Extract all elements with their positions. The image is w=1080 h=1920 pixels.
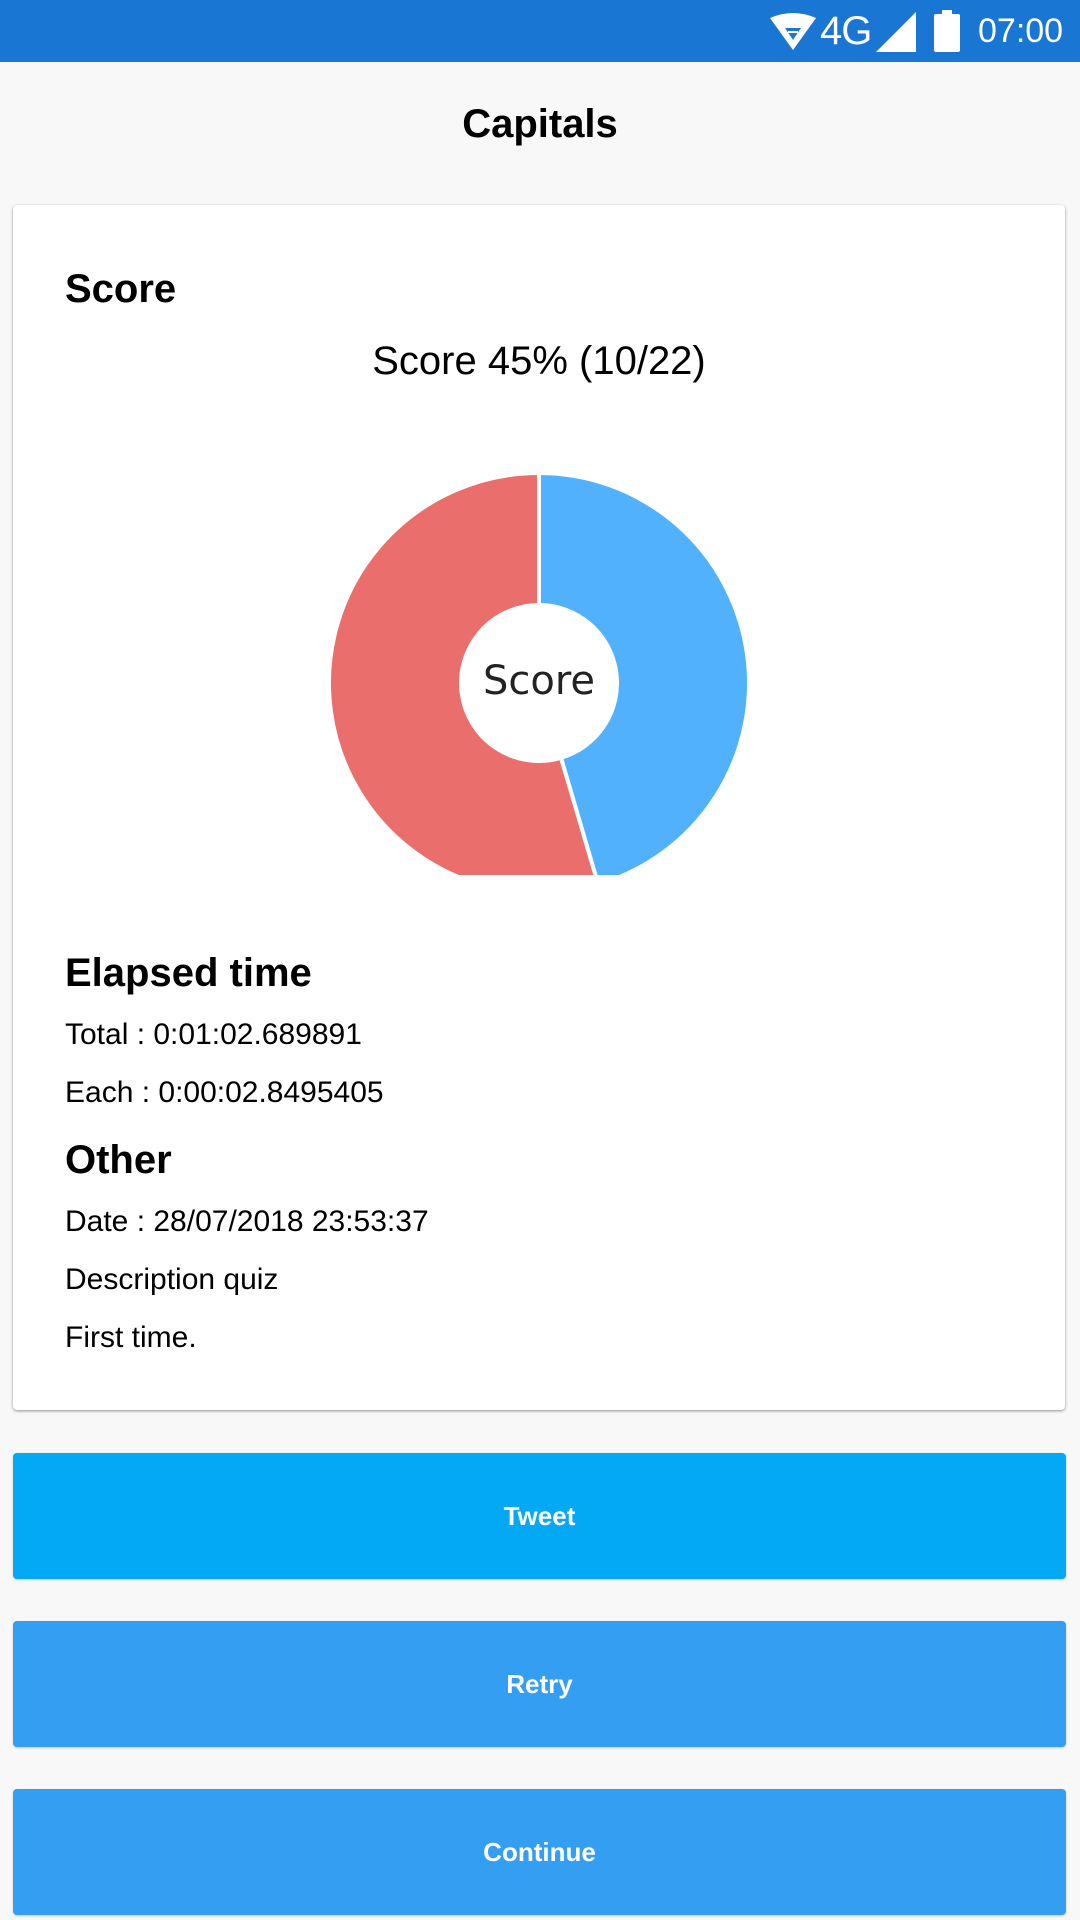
quiz-date: Date : 28/07/2018 23:53:37	[65, 1205, 429, 1238]
elapsed-total: Total : 0:01:02.689891	[65, 1018, 362, 1051]
wifi-icon	[770, 13, 816, 50]
signal-icon	[876, 12, 916, 52]
elapsed-time-heading: Elapsed time	[65, 951, 312, 995]
score-donut-chart: Score	[327, 470, 751, 875]
other-heading: Other	[65, 1138, 172, 1182]
attempt-note: First time.	[65, 1321, 197, 1354]
status-clock: 07:00	[978, 12, 1064, 50]
score-summary: Score 45% (10/22)	[372, 339, 706, 383]
result-card: Score Score 45% (10/22) Score Elapsed ti…	[13, 205, 1065, 1410]
network-type-label: 4G	[820, 9, 872, 53]
elapsed-each: Each : 0:00:02.8495405	[65, 1076, 384, 1109]
chart-center-label: Score	[483, 658, 595, 704]
continue-button[interactable]: Continue	[13, 1789, 1066, 1915]
battery-icon	[934, 10, 960, 52]
tweet-button[interactable]: Tweet	[13, 1453, 1066, 1579]
score-heading: Score	[65, 267, 177, 311]
page-title: Capitals	[462, 102, 618, 146]
quiz-description: Description quiz	[65, 1263, 279, 1296]
retry-button[interactable]: Retry	[13, 1621, 1066, 1747]
status-bar: 4G 07:00	[0, 0, 1080, 62]
